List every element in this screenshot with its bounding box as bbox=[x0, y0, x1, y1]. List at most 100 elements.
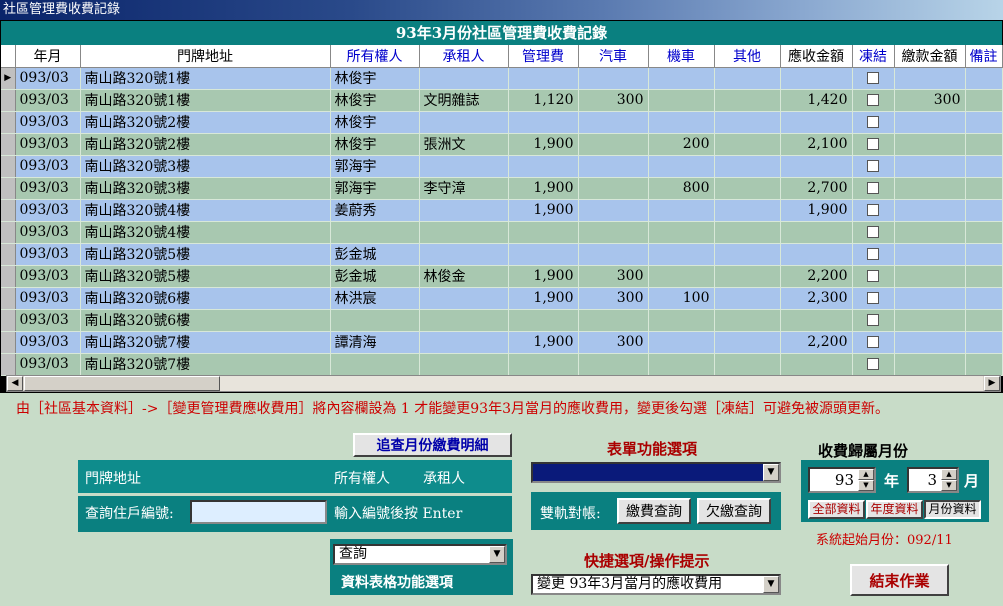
row-selector[interactable] bbox=[1, 353, 16, 376]
row-selector[interactable] bbox=[1, 111, 16, 134]
cell-addr[interactable]: 南山路320號3樓 bbox=[80, 177, 331, 200]
scroll-track[interactable] bbox=[220, 376, 983, 391]
cell-paid[interactable] bbox=[894, 111, 966, 134]
detail-lookup-button[interactable]: 追查月份繳費明細 bbox=[353, 433, 512, 457]
cell-addr[interactable]: 南山路320號1樓 bbox=[80, 89, 331, 112]
cell-fee[interactable] bbox=[508, 221, 579, 244]
cell-tenant[interactable]: 張洲文 bbox=[419, 133, 509, 156]
cell-due[interactable]: 1,900 bbox=[780, 199, 853, 222]
month-spinner[interactable]: 3 ▲ ▼ bbox=[907, 467, 959, 493]
cell-other[interactable] bbox=[714, 265, 781, 288]
cell-owner[interactable]: 林俊宇 bbox=[330, 111, 420, 134]
cell-tenant[interactable] bbox=[419, 331, 509, 354]
chevron-down-icon[interactable]: ▼ bbox=[489, 546, 505, 563]
cell-moto[interactable] bbox=[648, 265, 715, 288]
spin-up-icon[interactable]: ▲ bbox=[858, 469, 874, 480]
table-row[interactable]: 093/03 南山路320號6樓 林洪宸 1,900 300 100 2,300 bbox=[1, 287, 1003, 310]
cell-owner[interactable] bbox=[330, 353, 420, 376]
cell-ym[interactable]: 093/03 bbox=[15, 221, 81, 244]
column-header[interactable]: 其他 bbox=[714, 45, 781, 68]
spin-down-icon[interactable]: ▼ bbox=[941, 480, 957, 491]
cell-car[interactable] bbox=[578, 177, 649, 200]
cell-tenant[interactable]: 李守漳 bbox=[419, 177, 509, 200]
cell-fee[interactable]: 1,900 bbox=[508, 287, 579, 310]
tab-year-data[interactable]: 年度資料 bbox=[866, 500, 923, 519]
fee-query-button[interactable]: 繳費查詢 bbox=[617, 498, 691, 524]
cell-ym[interactable]: 093/03 bbox=[15, 155, 81, 178]
cell-fee[interactable] bbox=[508, 353, 579, 376]
cell-due[interactable] bbox=[780, 309, 853, 332]
row-selector[interactable] bbox=[1, 243, 16, 266]
cell-moto[interactable]: 100 bbox=[648, 287, 715, 310]
cell-moto[interactable] bbox=[648, 309, 715, 332]
resident-id-input[interactable] bbox=[190, 500, 327, 524]
freeze-checkbox[interactable] bbox=[867, 182, 879, 194]
cell-due[interactable] bbox=[780, 353, 853, 376]
cell-due[interactable]: 1,420 bbox=[780, 89, 853, 112]
cell-addr[interactable]: 南山路320號2樓 bbox=[80, 133, 331, 156]
cell-car[interactable] bbox=[578, 67, 649, 90]
table-row[interactable]: ▶ 093/03 南山路320號1樓 林俊宇 bbox=[1, 67, 1003, 90]
cell-other[interactable] bbox=[714, 67, 781, 90]
cell-tenant[interactable] bbox=[419, 67, 509, 90]
cell-due[interactable] bbox=[780, 155, 853, 178]
cell-paid[interactable] bbox=[894, 353, 966, 376]
cell-other[interactable] bbox=[714, 331, 781, 354]
cell-moto[interactable]: 200 bbox=[648, 133, 715, 156]
cell-car[interactable]: 300 bbox=[578, 287, 649, 310]
cell-note[interactable] bbox=[965, 89, 1003, 112]
tab-all-data[interactable]: 全部資料 bbox=[808, 500, 865, 519]
cell-note[interactable] bbox=[965, 199, 1003, 222]
cell-addr[interactable]: 南山路320號5樓 bbox=[80, 243, 331, 266]
cell-ym[interactable]: 093/03 bbox=[15, 353, 81, 376]
table-row[interactable]: 093/03 南山路320號2樓 林俊宇 bbox=[1, 111, 1003, 134]
cell-moto[interactable] bbox=[648, 199, 715, 222]
cell-due[interactable] bbox=[780, 221, 853, 244]
cell-other[interactable] bbox=[714, 111, 781, 134]
table-row[interactable]: 093/03 南山路320號7樓 bbox=[1, 353, 1003, 376]
cell-fee[interactable]: 1,900 bbox=[508, 177, 579, 200]
cell-fee[interactable] bbox=[508, 67, 579, 90]
cell-owner[interactable]: 林俊宇 bbox=[330, 67, 420, 90]
cell-tenant[interactable] bbox=[419, 155, 509, 178]
row-selector[interactable] bbox=[1, 331, 16, 354]
cell-moto[interactable] bbox=[648, 89, 715, 112]
column-header[interactable]: 門牌地址 bbox=[80, 45, 331, 68]
row-selector[interactable] bbox=[1, 221, 16, 244]
scroll-left-icon[interactable]: ◀ bbox=[7, 376, 23, 391]
freeze-checkbox[interactable] bbox=[867, 226, 879, 238]
table-row[interactable]: 093/03 南山路320號4樓 bbox=[1, 221, 1003, 244]
cell-car[interactable] bbox=[578, 199, 649, 222]
cell-note[interactable] bbox=[965, 67, 1003, 90]
cell-ym[interactable]: 093/03 bbox=[15, 265, 81, 288]
row-selector[interactable] bbox=[1, 265, 16, 288]
cell-ym[interactable]: 093/03 bbox=[15, 67, 81, 90]
cell-note[interactable] bbox=[965, 331, 1003, 354]
cell-owner[interactable]: 郭海宇 bbox=[330, 177, 420, 200]
form-function-select[interactable]: ▼ bbox=[531, 462, 781, 483]
cell-ym[interactable]: 093/03 bbox=[15, 133, 81, 156]
spin-up-icon[interactable]: ▲ bbox=[941, 469, 957, 480]
cell-note[interactable] bbox=[965, 177, 1003, 200]
cell-paid[interactable] bbox=[894, 177, 966, 200]
cell-car[interactable] bbox=[578, 133, 649, 156]
cell-note[interactable] bbox=[965, 309, 1003, 332]
column-header[interactable]: 機車 bbox=[648, 45, 715, 68]
cell-paid[interactable] bbox=[894, 221, 966, 244]
cell-note[interactable] bbox=[965, 133, 1003, 156]
cell-note[interactable] bbox=[965, 155, 1003, 178]
cell-fee[interactable] bbox=[508, 309, 579, 332]
cell-other[interactable] bbox=[714, 309, 781, 332]
cell-other[interactable] bbox=[714, 287, 781, 310]
cell-moto[interactable] bbox=[648, 221, 715, 244]
cell-moto[interactable]: 800 bbox=[648, 177, 715, 200]
cell-car[interactable] bbox=[578, 309, 649, 332]
cell-moto[interactable] bbox=[648, 67, 715, 90]
cell-tenant[interactable]: 文明雜誌 bbox=[419, 89, 509, 112]
cell-tenant[interactable] bbox=[419, 309, 509, 332]
cell-owner[interactable]: 林俊宇 bbox=[330, 133, 420, 156]
chevron-down-icon[interactable]: ▼ bbox=[763, 576, 779, 593]
cell-car[interactable]: 300 bbox=[578, 331, 649, 354]
cell-car[interactable] bbox=[578, 243, 649, 266]
cell-note[interactable] bbox=[965, 243, 1003, 266]
